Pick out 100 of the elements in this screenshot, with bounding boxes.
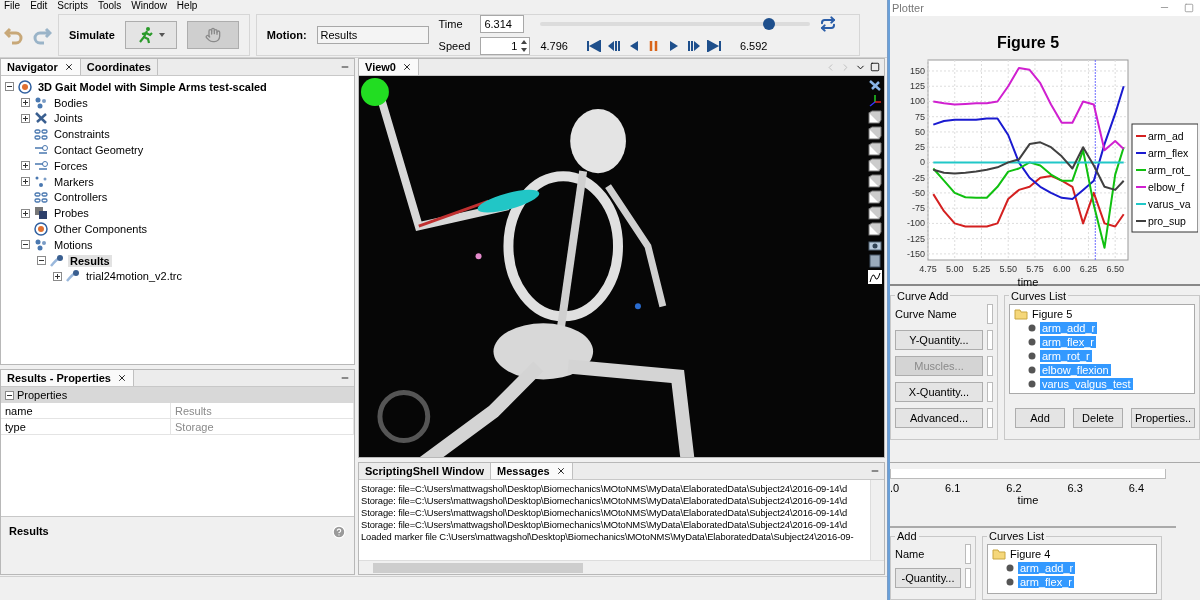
expand-toggle[interactable]	[53, 271, 62, 281]
menu-item[interactable]: Window	[131, 0, 167, 12]
tick-label: -50	[912, 187, 925, 198]
collapse-toggle[interactable]	[5, 82, 14, 92]
axis-label: time	[1017, 494, 1039, 507]
markers-icon	[34, 174, 48, 189]
field-label: Curve Name	[895, 307, 957, 320]
tree-item[interactable]: 3D Gait Model with Simple Arms test-scaled	[36, 80, 269, 93]
cube-icon	[868, 126, 882, 140]
tick-label: -75	[912, 202, 925, 213]
tree-item[interactable]: Results	[68, 254, 112, 267]
speed-spinner[interactable]: 1	[480, 36, 531, 55]
cube-icon	[868, 222, 882, 236]
collapse-toggle[interactable]	[5, 390, 14, 400]
tree-item[interactable]: Other Components	[52, 223, 149, 236]
motion-field[interactable]: Results	[316, 25, 429, 44]
tick-label: 75	[915, 111, 925, 122]
expand-toggle[interactable]	[21, 161, 30, 171]
collapse-toggle[interactable]	[37, 256, 46, 266]
skip-start-icon	[586, 39, 601, 52]
quantity-button[interactable]: X-Quantity...	[895, 381, 983, 402]
menu-item[interactable]: Tools	[97, 0, 122, 12]
bullet-icon	[1028, 351, 1036, 360]
quantity-button[interactable]: -Quantity...	[895, 568, 961, 588]
tree-item[interactable]: Joints	[52, 112, 85, 125]
group-title: Curves List	[988, 530, 1046, 542]
axis-label: time	[1017, 275, 1039, 286]
tick-label: 25	[915, 141, 925, 152]
loop-icon[interactable]	[820, 15, 837, 32]
link-icon	[34, 190, 48, 205]
tree-item[interactable]: Forces	[52, 159, 90, 172]
tick-label: 5.00	[945, 263, 964, 274]
tick-label: 4.75	[919, 263, 937, 274]
panel-tab[interactable]: Messages	[491, 463, 573, 479]
collapse-toggle[interactable]	[21, 240, 30, 250]
speed-label: Speed	[438, 39, 471, 52]
slider-thumb[interactable]	[762, 17, 775, 30]
quantity-button[interactable]: Y-Quantity...	[895, 329, 983, 350]
expand-toggle[interactable]	[21, 208, 30, 218]
panel-tab[interactable]: View0	[359, 59, 419, 75]
skip-end-icon	[706, 39, 721, 52]
last-frame-button[interactable]	[705, 37, 722, 54]
legend-label: arm_rot_	[1148, 163, 1190, 176]
property-name: name	[1, 403, 171, 419]
first-frame-button[interactable]	[585, 37, 602, 54]
curve-name-field[interactable]	[987, 303, 993, 324]
quantity-button[interactable]: Advanced...	[895, 407, 983, 428]
close-icon[interactable]	[402, 62, 412, 72]
quantity-field[interactable]	[987, 355, 993, 376]
tick-label: 6.25	[1079, 263, 1098, 274]
tree-item[interactable]: Figure 5	[1032, 307, 1073, 320]
close-icon[interactable]	[116, 373, 127, 383]
time-field[interactable]: 6.314	[480, 14, 525, 33]
tree-item[interactable]: trial24motion_v2.trc	[84, 270, 184, 283]
expand-toggle[interactable]	[21, 114, 30, 123]
tree-item[interactable]: Contact Geometry	[52, 144, 146, 157]
start-time: 4.796	[540, 39, 568, 52]
menu-item[interactable]: Edit	[30, 0, 48, 12]
bodies-icon	[34, 95, 48, 110]
curve-icon	[868, 270, 882, 284]
property-value[interactable]: Results	[171, 403, 354, 419]
property-value[interactable]: Storage	[171, 419, 354, 435]
horizontal-scrollbar[interactable]	[359, 560, 884, 574]
tick-label: 150	[909, 65, 925, 76]
tick-label: 6.4	[1128, 482, 1144, 495]
list-button[interactable]: Add	[1015, 407, 1065, 428]
panel-tab[interactable]: Navigator	[1, 59, 81, 75]
legend-label: pro_sup	[1148, 214, 1186, 227]
expand-toggle[interactable]	[21, 177, 30, 187]
legend-label: arm_ad	[1148, 129, 1184, 142]
bullet-icon	[1006, 578, 1014, 586]
bullet-icon	[1028, 379, 1036, 388]
curve-name-field[interactable]	[965, 544, 971, 564]
tree-item[interactable]: Controllers	[52, 191, 110, 204]
maximize-icon[interactable]	[870, 62, 880, 72]
section-label: Properties	[17, 389, 68, 401]
expand-toggle[interactable]	[21, 98, 30, 108]
quantity-field[interactable]	[987, 329, 993, 350]
motion-icon	[50, 253, 64, 268]
quantity-field[interactable]	[965, 568, 971, 588]
menu-item[interactable]: Scripts	[57, 0, 88, 12]
menu-item[interactable]: File	[4, 0, 21, 12]
quantity-field[interactable]	[987, 381, 993, 402]
tree-item[interactable]: Constraints	[52, 128, 112, 141]
bodies-icon	[34, 237, 48, 252]
message-line: Storage: file=C:\Users\mattwagshol\Desktop\Biomechanics\MOtoNMS\MyData\ElaboratedData\Subject24\2016-09-14\d	[361, 495, 849, 507]
tree-item[interactable]: Motions	[52, 238, 95, 251]
list-button[interactable]: Delete	[1073, 407, 1123, 428]
tree-item[interactable]: Figure 4	[1010, 548, 1051, 560]
run-button[interactable]	[124, 20, 177, 49]
vertical-scrollbar[interactable]	[870, 480, 884, 560]
menu-item[interactable]: Help	[176, 0, 198, 12]
quantity-field[interactable]	[987, 407, 993, 428]
list-button[interactable]: Properties..	[1131, 407, 1195, 428]
close-icon[interactable]	[63, 62, 74, 72]
panel-tab[interactable]: Results - Properties	[1, 370, 134, 386]
close-icon[interactable]	[555, 466, 566, 476]
tree-item[interactable]: Probes	[52, 207, 91, 220]
tree-item[interactable]: Bodies	[52, 96, 90, 109]
tree-item[interactable]: Markers	[52, 175, 96, 188]
